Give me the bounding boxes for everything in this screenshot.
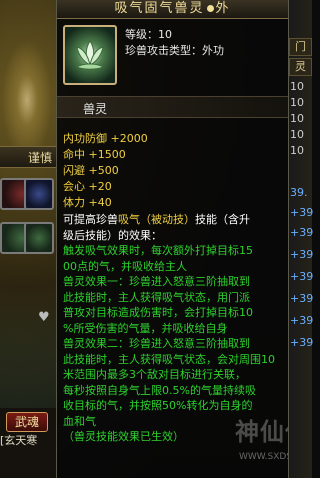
effect-line: 兽灵效果二：珍兽进入怒意三阶抽取到: [63, 337, 250, 350]
intro-skill-name: 吸气（被动技）: [118, 213, 195, 226]
player-name-label: [玄天寒: [0, 434, 38, 447]
effect-line: 普攻对目标造成伤害时，会打掉目标10: [63, 306, 253, 319]
right-value-10: +39: [290, 270, 314, 283]
stat-line: 内功防御 +2000: [63, 132, 148, 145]
tooltip-title-type: 外: [215, 1, 231, 16]
effect-line: 此技能时，主人获得吸气状态，用门派: [63, 290, 250, 304]
section-label: 兽灵: [83, 102, 108, 116]
intro-line-2: 级后技能）的效果：: [63, 228, 162, 242]
right-tab-1[interactable]: 门: [289, 38, 312, 56]
lotus-icon: [76, 40, 104, 70]
stat-line: 会心 +20: [63, 180, 112, 193]
character-glow-effect: [2, 40, 52, 160]
watermark-logo: 神仙代售 WWW.SXDS.COM: [235, 412, 288, 462]
wuhun-button[interactable]: 武魂: [6, 412, 48, 432]
heart-icon[interactable]: ♥: [38, 310, 50, 325]
title-dot-icon: [206, 5, 214, 12]
effect-line: 00点的气，并吸收给主人: [63, 259, 187, 273]
right-value-3: 10: [290, 112, 304, 125]
effect-line: 触发吸气效果时，每次额外打掉目标15: [63, 244, 253, 257]
intro-line-1: 可提高珍兽吸气（被动技）技能（含升: [63, 212, 283, 228]
intro-text-c: 技能（含升: [195, 213, 250, 226]
watermark-url: WWW.SXDS.COM: [239, 452, 288, 462]
stat-line: 闪避 +500: [63, 164, 119, 177]
right-value-11: +39: [290, 292, 314, 305]
right-value-8: +39: [290, 226, 314, 239]
right-value-2: 10: [290, 96, 304, 109]
tooltip-title-name: 吸气固气兽灵: [114, 1, 205, 16]
tooltip-title: 吸气固气兽灵外: [57, 0, 288, 19]
stat-line: 命中 +1500: [63, 148, 126, 161]
pet-level: 等级：10: [125, 28, 172, 41]
right-value-9: +39: [290, 248, 314, 261]
section-header: 兽灵: [57, 96, 288, 118]
skill-description: 可提高珍兽吸气（被动技）技能（含升 级后技能）的效果： 触发吸气效果时，每次额外…: [63, 212, 283, 445]
watermark-text: 神仙代售: [235, 418, 288, 446]
effect-line: %所受伤害的气量，并吸收给自身: [63, 321, 228, 335]
effect-line: 米范围内最多3个敌对目标进行关联，: [63, 368, 246, 381]
intro-text-a: 可提高珍兽: [63, 213, 118, 226]
effect-line: 兽灵效果一：珍兽进入怒意三阶抽取到: [63, 275, 250, 288]
pet-attack-type: 珍兽攻击类型：外功: [125, 44, 224, 57]
left-status-tab[interactable]: 谨慎: [0, 146, 56, 168]
right-value-1: 10: [290, 80, 304, 93]
right-value-13: +39: [290, 336, 314, 349]
right-value-6: 39.: [290, 186, 308, 199]
right-value-7: +39: [290, 206, 314, 219]
right-value-12: +39: [290, 314, 314, 327]
right-value-5: 10: [290, 144, 304, 157]
effect-line: 每秒按照自身气上限0.5%的气量持续吸: [63, 383, 256, 397]
skill-slot-4-icon[interactable]: [24, 222, 54, 254]
pet-spirit-icon: [63, 25, 117, 85]
item-tooltip: 吸气固气兽灵外 等级：10 珍兽攻击类型：外功 兽灵 内功防御 +2000 命中…: [56, 0, 289, 478]
stat-line: 体力 +40: [63, 196, 112, 209]
right-value-4: 10: [290, 128, 304, 141]
left-hud-strip: 谨慎 ♥ 武魂 [玄天寒: [0, 0, 56, 478]
skill-slot-2-icon[interactable]: [24, 178, 54, 210]
right-tab-2[interactable]: 灵: [289, 58, 312, 76]
effect-line: 此技能时，主人获得吸气状态，会对周围10: [63, 352, 275, 366]
